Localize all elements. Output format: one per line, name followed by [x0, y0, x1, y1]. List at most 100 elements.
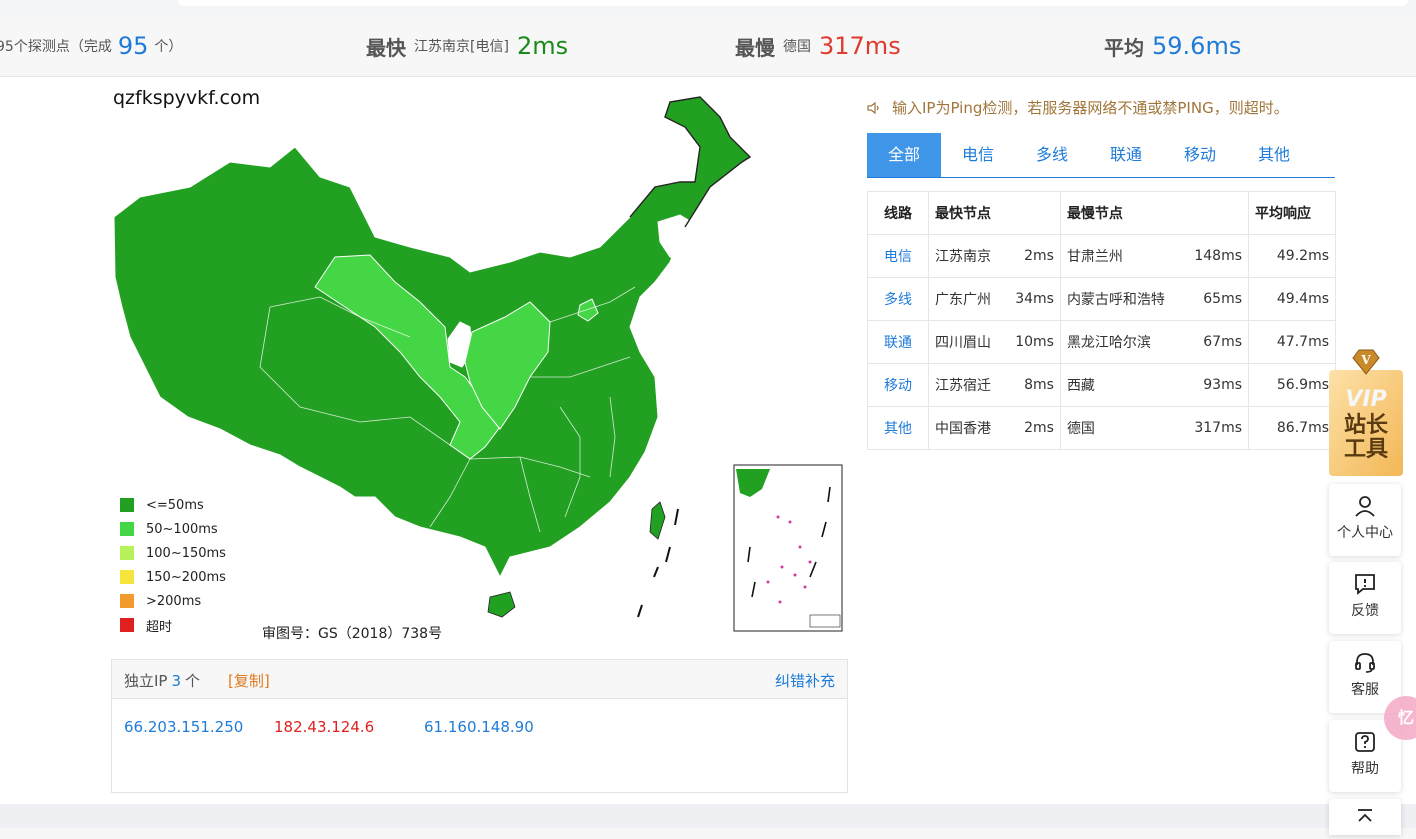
ping-notice-text: 输入IP为Ping检测，若服务器网络不通或禁PING，则超时。	[892, 99, 1289, 117]
user-center-label: 个人中心	[1337, 525, 1393, 541]
row-fast-ms: 2ms	[1003, 234, 1061, 278]
back-to-top-button[interactable]	[1329, 799, 1401, 835]
legend-label: 150~200ms	[146, 569, 226, 585]
help-icon	[1355, 732, 1375, 752]
summary-bar: 95个探测点（完成 95 个） 最快 江苏南京[电信] 2ms 最慢 德国 31…	[0, 16, 1416, 77]
ip-count-label: 独立IP 3 个	[124, 670, 200, 691]
legend-label: 超时	[146, 619, 173, 635]
vip-line3: 工具	[1344, 437, 1388, 462]
average-value: 59.6ms	[1152, 32, 1242, 60]
header-line: 线路	[867, 191, 929, 235]
legend-swatch	[120, 570, 134, 584]
row-line[interactable]: 电信	[867, 234, 929, 278]
row-avg: 56.9ms	[1248, 363, 1336, 407]
top-strip	[0, 0, 1416, 16]
row-slow-node: 黑龙江哈尔滨	[1059, 320, 1183, 364]
fastest-value: 2ms	[516, 32, 569, 60]
domain-label: qzfkspyvkf.com	[113, 87, 261, 109]
legend-label: 100~150ms	[146, 545, 226, 561]
feedback-icon	[1355, 574, 1375, 595]
map-region-taiwan[interactable]	[649, 501, 666, 540]
row-fast-node: 江苏南京	[927, 234, 1004, 278]
tab-unicom[interactable]: 联通	[1089, 133, 1163, 177]
header-fastest: 最快节点	[928, 191, 1061, 235]
tab-telecom[interactable]: 电信	[941, 133, 1015, 177]
legend-swatch	[120, 618, 134, 632]
header-average: 平均响应	[1248, 191, 1336, 235]
fastest-label: 最快	[366, 35, 406, 60]
feedback-label: 反馈	[1351, 603, 1379, 619]
header-slowest: 最慢节点	[1059, 191, 1250, 235]
row-slow-node: 西藏	[1059, 363, 1183, 407]
table-row: 电信 江苏南京 2ms 甘肃兰州 148ms 49.2ms	[867, 234, 1336, 278]
row-line[interactable]: 其他	[867, 406, 929, 450]
row-fast-ms: 8ms	[1003, 363, 1061, 407]
ip-address[interactable]: 182.43.124.6	[274, 718, 374, 736]
row-avg: 47.7ms	[1248, 320, 1336, 364]
ip-unit: 个	[185, 672, 201, 690]
row-line[interactable]: 多线	[867, 277, 929, 321]
vip-tools-button[interactable]: V VIP 站长 工具	[1329, 344, 1403, 476]
row-line[interactable]: 移动	[867, 363, 929, 407]
inset-caption-box	[809, 614, 841, 628]
row-avg: 49.2ms	[1248, 234, 1336, 278]
probe-count: 95个探测点（完成 95 个）	[0, 16, 182, 76]
probe-count-prefix: 95个探测点（完成	[0, 39, 112, 55]
report-correction-link[interactable]: 纠错补充	[775, 670, 835, 691]
slowest-summary: 最慢 德国 317ms	[735, 16, 901, 76]
legend-item: 150~200ms	[120, 565, 226, 589]
row-line[interactable]: 联通	[867, 320, 929, 364]
map-legend: <=50ms 50~100ms 100~150ms 150~200ms >200…	[120, 493, 226, 637]
slowest-value: 317ms	[819, 32, 901, 60]
legend-item: >200ms	[120, 589, 226, 613]
ip-address[interactable]: 66.203.151.250	[124, 718, 243, 736]
headset-icon	[1355, 653, 1375, 673]
tab-other[interactable]: 其他	[1237, 133, 1311, 177]
copy-ip-button[interactable]: [复制]	[228, 670, 270, 691]
tab-mobile[interactable]: 移动	[1163, 133, 1237, 177]
legend-label: >200ms	[146, 593, 202, 609]
user-center-button[interactable]: 个人中心	[1329, 484, 1401, 556]
top-strip-inner	[178, 0, 1408, 6]
probe-count-suffix: 个）	[154, 39, 183, 55]
row-fast-ms: 34ms	[1003, 277, 1061, 321]
legend-label: 50~100ms	[146, 521, 218, 537]
line-stats-table: 线路 最快节点 最慢节点 平均响应 电信 江苏南京 2ms 甘肃兰州 148ms…	[867, 191, 1336, 450]
legend-item: 超时	[120, 613, 226, 637]
average-label: 平均	[1104, 35, 1144, 60]
legend-swatch	[120, 498, 134, 512]
customer-service-label: 客服	[1351, 682, 1379, 698]
row-fast-node: 广东广州	[927, 277, 1004, 321]
row-fast-node: 中国香港	[927, 406, 1004, 450]
tab-multiline[interactable]: 多线	[1015, 133, 1089, 177]
row-slow-ms: 67ms	[1182, 320, 1250, 364]
table-row: 移动 江苏宿迁 8ms 西藏 93ms 56.9ms	[867, 363, 1336, 407]
fastest-node: 江苏南京[电信]	[414, 39, 509, 55]
feedback-button[interactable]: 反馈	[1329, 562, 1401, 634]
floating-pink-text: 忆	[1398, 708, 1415, 727]
vip-line2: 站长	[1344, 413, 1389, 438]
row-fast-ms: 2ms	[1003, 406, 1061, 450]
map-region-hainan[interactable]	[487, 591, 516, 618]
row-fast-node: 四川眉山	[927, 320, 1004, 364]
fastest-summary: 最快 江苏南京[电信] 2ms	[366, 16, 568, 76]
legend-swatch	[120, 546, 134, 560]
bottom-strip	[0, 804, 1416, 839]
row-slow-node: 甘肃兰州	[1059, 234, 1183, 278]
main-content: qzfkspyvkf.com <=50ms 50~100ms 100~150ms…	[0, 77, 1416, 804]
ip-address[interactable]: 61.160.148.90	[424, 718, 534, 736]
tab-all[interactable]: 全部	[867, 133, 941, 177]
legend-item: 50~100ms	[120, 517, 226, 541]
speaker-icon	[867, 101, 879, 114]
table-row: 其他 中国香港 2ms 德国 317ms 86.7ms	[867, 406, 1336, 450]
ping-notice: 输入IP为Ping检测，若服务器网络不通或禁PING，则超时。	[866, 97, 1289, 118]
map-review-number: 审图号：GS（2018）738号	[262, 626, 443, 642]
legend-swatch	[120, 594, 134, 608]
row-slow-ms: 148ms	[1182, 234, 1250, 278]
help-label: 帮助	[1351, 761, 1379, 777]
row-fast-node: 江苏宿迁	[927, 363, 1004, 407]
row-fast-ms: 10ms	[1003, 320, 1061, 364]
average-summary: 平均 59.6ms	[1104, 16, 1241, 76]
row-slow-node: 德国	[1059, 406, 1183, 450]
legend-item: 100~150ms	[120, 541, 226, 565]
